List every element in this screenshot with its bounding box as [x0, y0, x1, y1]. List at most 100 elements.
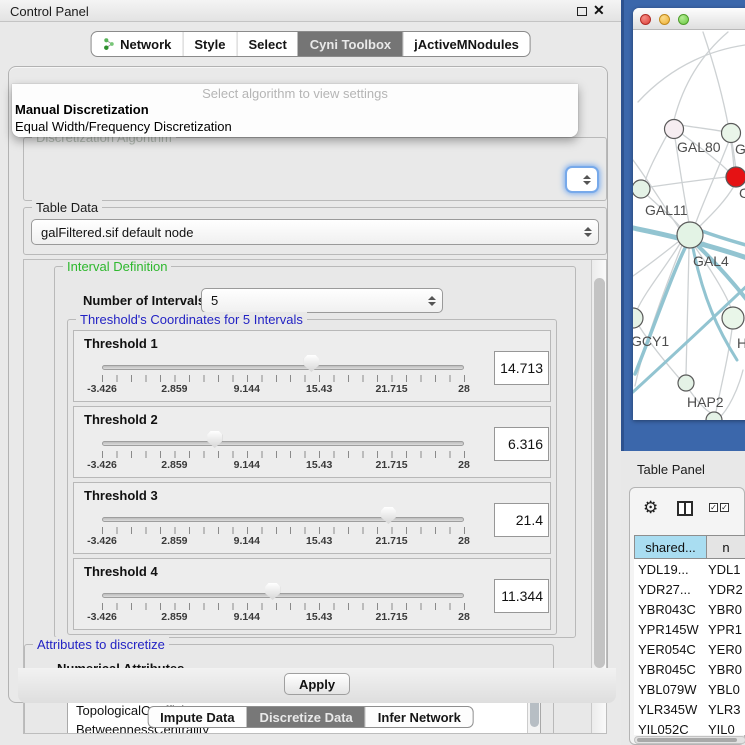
network-node[interactable] [706, 412, 722, 420]
network-node-label: GAL11 [645, 202, 688, 218]
table-row[interactable]: YDR27...YDR2 [634, 579, 745, 599]
tick-label: 2.859 [161, 535, 187, 547]
network-node[interactable] [677, 222, 703, 248]
popup-item-manual-discretization[interactable]: Manual Discretization [15, 102, 149, 117]
top-tab-bar: Network Style Select Cyni Toolbox jActiv… [90, 31, 531, 57]
tab-cyni-toolbox-label: Cyni Toolbox [310, 37, 391, 52]
tab-infer-network[interactable]: Infer Network [365, 707, 473, 727]
threshold-3-value-field[interactable]: 21.4 [494, 503, 549, 537]
tab-cyni-toolbox[interactable]: Cyni Toolbox [298, 32, 402, 56]
threshold-2-value-field[interactable]: 6.316 [494, 427, 549, 461]
tab-discretize-data-label: Discretize Data [260, 710, 353, 725]
float-window-icon[interactable] [577, 7, 587, 16]
network-node[interactable] [726, 167, 745, 187]
gear-icon[interactable]: ⚙ [643, 499, 658, 516]
split-view-icon[interactable] [677, 501, 693, 516]
interval-definition-label: Interval Definition [63, 259, 171, 274]
threshold-1-slider-thumb[interactable] [304, 355, 319, 372]
table-row[interactable]: YDL19...YDL1 [634, 559, 745, 579]
cell-name: YER0 [708, 642, 745, 657]
network-node[interactable] [633, 308, 643, 328]
table-data-label: Table Data [32, 200, 102, 215]
combo-arrows-icon [583, 175, 591, 185]
network-graph: GAL80GACGAL11GAL4GCY1HHAP2 [633, 30, 745, 420]
tick-label: 28 [458, 535, 470, 547]
cell-name: YBR0 [708, 662, 745, 677]
table-row[interactable]: YER054CYER0 [634, 639, 745, 659]
tab-discretize-data[interactable]: Discretize Data [247, 707, 365, 727]
network-node[interactable] [722, 124, 741, 143]
slider-tick-labels: -3.4262.8599.14415.4321.71528 [102, 383, 464, 397]
table-horizontal-scrollbar[interactable] [634, 736, 745, 744]
threshold-3-label: Threshold 3 [84, 488, 158, 503]
popup-item-equal-width-frequency[interactable]: Equal Width/Frequency Discretization [15, 119, 232, 134]
cell-name: YDR2 [708, 582, 745, 597]
tab-network[interactable]: Network [91, 32, 182, 56]
table-body: YDL19...YDL1YDR27...YDR2YBR043CYBR0YPR14… [634, 559, 745, 735]
column-select-icons[interactable]: ✓ ✓ [709, 503, 729, 512]
table-row[interactable]: YBR045CYBR0 [634, 659, 745, 679]
cell-shared-name: YBR045C [634, 662, 708, 677]
column-header-name[interactable]: n [707, 535, 745, 559]
algorithm-dropdown-popup: Select algorithm to view settings Manual… [12, 84, 578, 137]
number-of-intervals-combobox[interactable]: 5 [201, 288, 443, 313]
tab-jactivemnodules-label: jActiveMNodules [414, 37, 519, 52]
zoom-traffic-light[interactable] [678, 14, 689, 25]
minimize-traffic-light[interactable] [659, 14, 670, 25]
network-node[interactable] [665, 120, 684, 139]
threshold-4-slider-thumb[interactable] [265, 583, 280, 600]
close-traffic-light[interactable] [640, 14, 651, 25]
table-row[interactable]: YBL079WYBL0 [634, 679, 745, 699]
cell-shared-name: YBR043C [634, 602, 708, 617]
slider-tick-labels: -3.4262.8599.14415.4321.71528 [102, 611, 464, 625]
algorithm-combobox-end[interactable] [565, 166, 599, 193]
threshold-1-value-field[interactable]: 14.713 [494, 351, 549, 385]
combo-arrows-icon [428, 296, 436, 306]
column-header-shared-name[interactable]: shared... [634, 535, 707, 559]
tick-label: 21.715 [376, 383, 408, 395]
table-data-selected-value: galFiltered.sif default node [41, 225, 193, 240]
tab-network-label: Network [120, 37, 171, 52]
threshold-4-panel: Threshold 4 -3.4262.8599.14415.4321.7152… [73, 558, 551, 630]
tick-label: 15.43 [306, 535, 332, 547]
threshold-4-value-field[interactable]: 11.344 [494, 579, 549, 613]
network-edge [638, 44, 745, 102]
tab-impute-data[interactable]: Impute Data [148, 707, 246, 727]
threshold-2-slider-thumb[interactable] [207, 431, 222, 448]
tick-label: 2.859 [161, 383, 187, 395]
thresholds-group-label: Threshold's Coordinates for 5 Intervals [76, 312, 307, 327]
table-panel: ⚙ ✓ ✓ shared... n YDL19...YDL1YDR27...YD… [629, 487, 745, 745]
tick-label: -3.426 [87, 459, 117, 471]
apply-button[interactable]: Apply [284, 673, 350, 695]
close-icon[interactable]: ✕ [593, 2, 605, 19]
network-icon [102, 37, 115, 51]
network-node-label: GA [735, 141, 745, 157]
cell-name: YBR0 [708, 602, 745, 617]
tab-impute-data-label: Impute Data [160, 710, 234, 725]
tab-style[interactable]: Style [182, 32, 236, 56]
network-node[interactable] [678, 375, 694, 391]
network-canvas[interactable]: GAL80GACGAL11GAL4GCY1HHAP2 [633, 30, 745, 420]
threshold-3-slider-thumb[interactable] [381, 507, 396, 524]
table-row[interactable]: YLR345WYLR3 [634, 699, 745, 719]
network-node-label: GAL80 [677, 139, 721, 155]
threshold-3-panel: Threshold 3 -3.4262.8599.14415.4321.7152… [73, 482, 551, 554]
number-of-intervals-value: 5 [211, 293, 218, 308]
tick-label: 9.144 [234, 535, 260, 547]
cyni-content-panel: Discretization Algorithm Table Data galF… [8, 66, 608, 703]
threshold-1-label: Threshold 1 [84, 336, 158, 351]
network-node[interactable] [633, 180, 650, 198]
network-node[interactable] [722, 307, 744, 329]
settings-vertical-scrollbar[interactable] [591, 260, 607, 734]
cell-shared-name: YER054C [634, 642, 708, 657]
table-row[interactable]: YBR043CYBR0 [634, 599, 745, 619]
number-of-intervals-label: Number of Intervals [83, 293, 205, 308]
settings-scroll-area: Interval Definition Number of Intervals … [23, 259, 607, 734]
bottom-tab-bar: Impute Data Discretize Data Infer Networ… [147, 706, 474, 728]
tab-jactivemnodules[interactable]: jActiveMNodules [402, 32, 530, 56]
table-row[interactable]: YPR145WYPR1 [634, 619, 745, 639]
table-row[interactable]: YIL052CYIL0 [634, 719, 745, 735]
tab-select[interactable]: Select [236, 32, 297, 56]
table-data-combobox[interactable]: galFiltered.sif default node [31, 219, 599, 245]
tick-label: 21.715 [376, 535, 408, 547]
